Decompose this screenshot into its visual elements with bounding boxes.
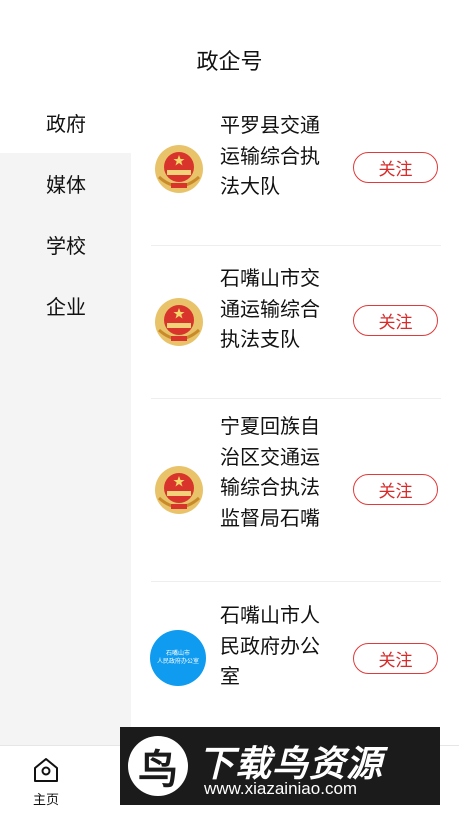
national-emblem-icon <box>155 466 203 514</box>
category-sidebar: 政府 媒体 学校 企业 <box>0 92 131 745</box>
tab-home[interactable]: 主页 <box>22 756 70 812</box>
home-icon <box>34 758 58 782</box>
tab-home-label: 主页 <box>32 793 59 808</box>
page-title: 政企号 <box>196 50 263 75</box>
avatar-text: 石嘴山市 <box>165 650 190 657</box>
account-name: 石嘴山市交通运输综合执法支队 <box>220 266 320 351</box>
follow-button[interactable]: 关注 <box>353 643 438 674</box>
list-item[interactable]: 石嘴山市 人民政府办公室 石嘴山市人民政府办公室 关注 <box>131 582 459 742</box>
sidebar-item-media[interactable]: 媒体 <box>0 153 131 214</box>
watermark-banner: 鸟 下载鸟资源 www.xiazainiao.com <box>120 727 440 805</box>
account-name: 石嘴山市人民政府办公室 <box>220 603 320 688</box>
sidebar-item-enterprise[interactable]: 企业 <box>0 275 131 336</box>
sidebar-item-school[interactable]: 学校 <box>0 214 131 275</box>
national-emblem-icon <box>155 145 203 193</box>
sidebar-item-government[interactable]: 政府 <box>0 92 131 153</box>
org-logo-avatar: 石嘴山市 人民政府办公室 <box>150 630 206 686</box>
list-item[interactable]: 石嘴山市交通运输综合执法支队 关注 <box>131 246 459 399</box>
follow-button[interactable]: 关注 <box>353 305 438 336</box>
list-item[interactable]: 平罗县交通运输综合执法大队 关注 <box>131 92 459 246</box>
list-item[interactable]: 宁夏回族自治区交通运输综合执法监督局石嘴 关注 <box>131 399 459 582</box>
watermark-url: www.xiazainiao.com <box>204 779 358 798</box>
bird-logo-icon: 鸟 <box>128 736 188 796</box>
avatar-text: 人民政府办公室 <box>156 658 199 665</box>
account-name: 宁夏回族自治区交通运输综合执法监督局石嘴 <box>220 414 320 530</box>
follow-button[interactable]: 关注 <box>353 474 438 505</box>
national-emblem-icon <box>155 298 203 346</box>
follow-button[interactable]: 关注 <box>353 152 438 183</box>
account-name: 平罗县交通运输综合执法大队 <box>220 113 320 198</box>
